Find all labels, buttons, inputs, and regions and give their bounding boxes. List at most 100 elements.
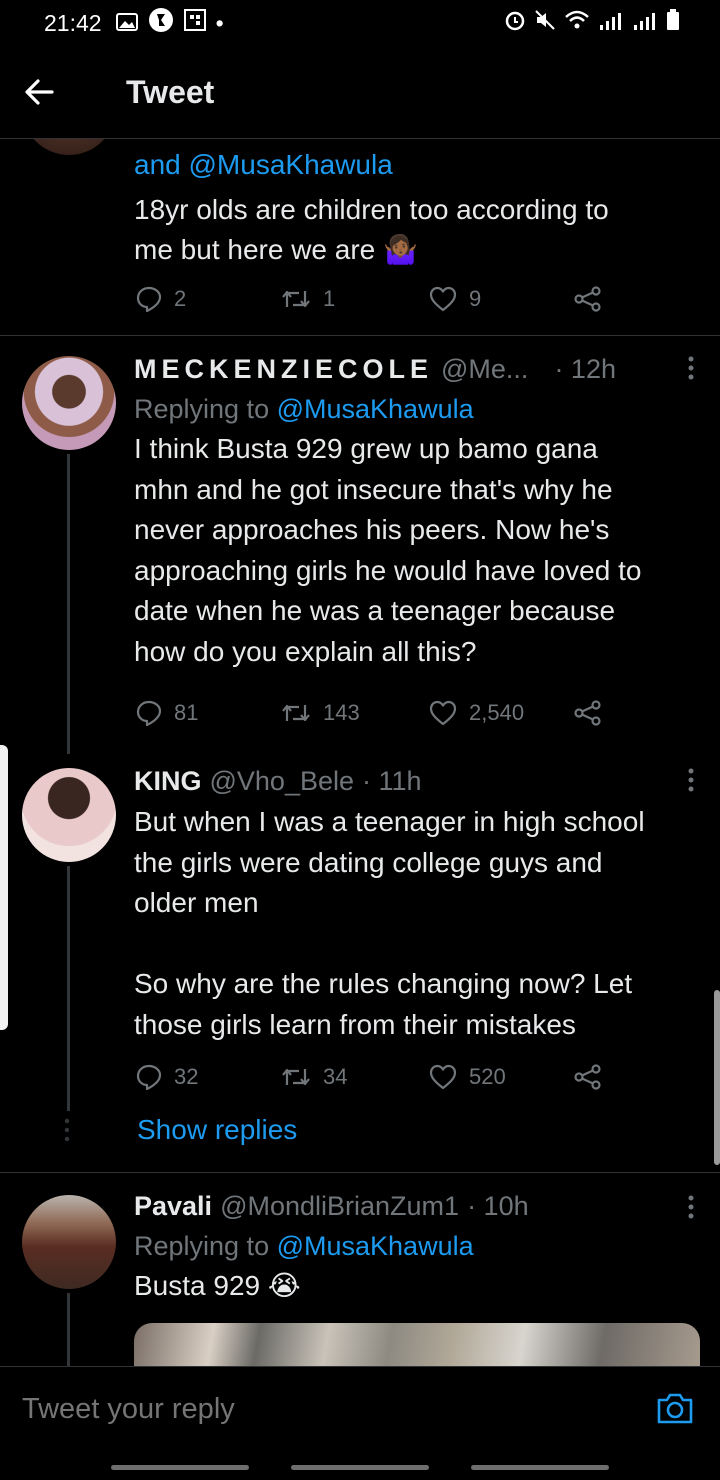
edge-panel-handle[interactable] (0, 745, 8, 1030)
more-icon (688, 356, 694, 380)
nav-home[interactable] (291, 1465, 429, 1470)
display-name[interactable]: Pavali (134, 1191, 212, 1222)
timestamp[interactable]: · 10h (467, 1191, 529, 1222)
retweet-count: 143 (323, 700, 360, 725)
mute-icon (534, 9, 556, 37)
more-button[interactable] (688, 1195, 694, 1226)
tweet-text: But when I was a teenager in high school… (134, 806, 645, 1040)
more-icon (688, 1195, 694, 1219)
retweet-icon (282, 1068, 310, 1086)
tweet-actions: 81 143 2,540 (136, 698, 616, 728)
share-button[interactable] (574, 286, 614, 312)
like-button[interactable]: 9 (429, 286, 574, 312)
show-replies-link[interactable]: Show replies (137, 1114, 297, 1146)
timestamp[interactable]: · 11h (362, 766, 422, 797)
nav-recent[interactable] (111, 1465, 249, 1470)
tweet-actions: 2 1 9 (136, 284, 616, 314)
wifi-icon (564, 9, 590, 37)
like-icon (429, 700, 457, 726)
replying-mention[interactable]: @MusaKhawula (277, 394, 474, 424)
reply-bar (0, 1366, 720, 1480)
scrollbar[interactable] (714, 990, 720, 1165)
like-count: 520 (469, 1064, 506, 1089)
reply-icon (136, 1064, 162, 1090)
back-button[interactable] (24, 79, 84, 105)
signal-icon (598, 10, 624, 37)
status-dot: • (215, 9, 224, 36)
app-notification-icon (148, 7, 174, 39)
thread-line (67, 1293, 70, 1373)
like-icon (429, 286, 457, 312)
thread-line (67, 866, 70, 1111)
more-button[interactable] (688, 768, 694, 799)
gallery-icon (115, 10, 138, 37)
camera-icon (657, 1393, 693, 1424)
replying-prefix: Replying to (134, 1231, 277, 1261)
mention-line: and @MusaKhawula (134, 149, 393, 180)
avatar[interactable] (22, 1195, 116, 1289)
replying-prefix: Replying to (134, 394, 277, 424)
like-button[interactable]: 2,540 (429, 700, 574, 726)
tweet-text: Busta 929 😭 (134, 1270, 301, 1301)
tweet-meta: Pavali @MondliBrianZum1 · 10h (134, 1191, 700, 1223)
replying-to: Replying to @MusaKhawula (134, 1231, 700, 1262)
status-time: 21:42 (44, 9, 102, 36)
camera-button[interactable] (656, 1391, 694, 1430)
retweet-button[interactable]: 1 (281, 286, 429, 312)
signal-icon-2 (632, 10, 658, 37)
thread-more-dots (64, 1118, 70, 1149)
tweet-0[interactable]: and @MusaKhawula 18yr olds are children … (0, 61, 720, 336)
page-title: Tweet (126, 73, 215, 110)
share-button[interactable] (574, 700, 614, 726)
reply-icon (136, 286, 162, 312)
grid-notification-icon (183, 9, 206, 37)
reply-input[interactable] (22, 1393, 582, 1426)
alarm-icon (504, 9, 526, 37)
avatar[interactable] (22, 356, 116, 450)
retweet-button[interactable]: 143 (281, 700, 429, 726)
user-handle[interactable]: @MondliBrianZum1 (220, 1191, 459, 1222)
share-button[interactable] (574, 1064, 614, 1090)
reply-count: 2 (174, 286, 187, 311)
retweet-icon (282, 290, 310, 308)
tweet-2[interactable]: KING @Vho_Bele · 11h But when I was a te… (0, 748, 720, 1172)
tweet-text: I think Busta 929 grew up bamo gana mhn … (134, 433, 642, 667)
status-right-icons (504, 9, 680, 37)
replying-to: Replying to @MusaKhawula (134, 394, 700, 425)
tweet-actions: 32 34 520 (136, 1062, 616, 1092)
replying-mention[interactable]: @MusaKhawula (277, 1231, 474, 1261)
display-name[interactable]: MECKENZIECOLE (134, 354, 433, 385)
reply-count: 32 (174, 1064, 199, 1089)
reply-icon (136, 700, 162, 726)
user-handle[interactable]: @Vho_Bele (210, 766, 355, 797)
retweet-button[interactable]: 34 (281, 1064, 429, 1090)
timestamp[interactable]: · 12h (554, 354, 616, 385)
share-icon (574, 1064, 601, 1090)
nav-back[interactable] (471, 1465, 609, 1470)
tweet-1[interactable]: MECKENZIECOLE @Me... · 12h Replying to @… (0, 336, 720, 754)
thread-line (67, 454, 70, 754)
system-nav-bar (0, 1465, 720, 1470)
more-button[interactable] (688, 356, 694, 387)
back-arrow-icon (25, 79, 54, 105)
status-bar: 21:42 • (0, 0, 720, 46)
tweet-meta: MECKENZIECOLE @Me... · 12h (134, 354, 700, 386)
reply-button[interactable]: 2 (136, 286, 281, 312)
like-button[interactable]: 520 (429, 1064, 574, 1090)
reply-count: 81 (174, 700, 199, 725)
tweet-text: 18yr olds are children too according to … (134, 193, 609, 266)
like-count: 2,540 (469, 700, 525, 725)
like-count: 9 (469, 286, 482, 311)
user-handle[interactable]: @Me... (441, 354, 528, 385)
share-icon (574, 286, 601, 312)
like-icon (429, 1064, 457, 1090)
avatar[interactable] (22, 768, 116, 862)
battery-icon (666, 9, 680, 37)
reply-button[interactable]: 81 (136, 700, 281, 726)
tweet-meta: KING @Vho_Bele · 11h (134, 766, 700, 798)
retweet-count: 34 (323, 1064, 348, 1089)
reply-button[interactable]: 32 (136, 1064, 281, 1090)
display-name[interactable]: KING (134, 766, 202, 797)
more-icon (688, 768, 694, 792)
share-icon (574, 700, 601, 726)
